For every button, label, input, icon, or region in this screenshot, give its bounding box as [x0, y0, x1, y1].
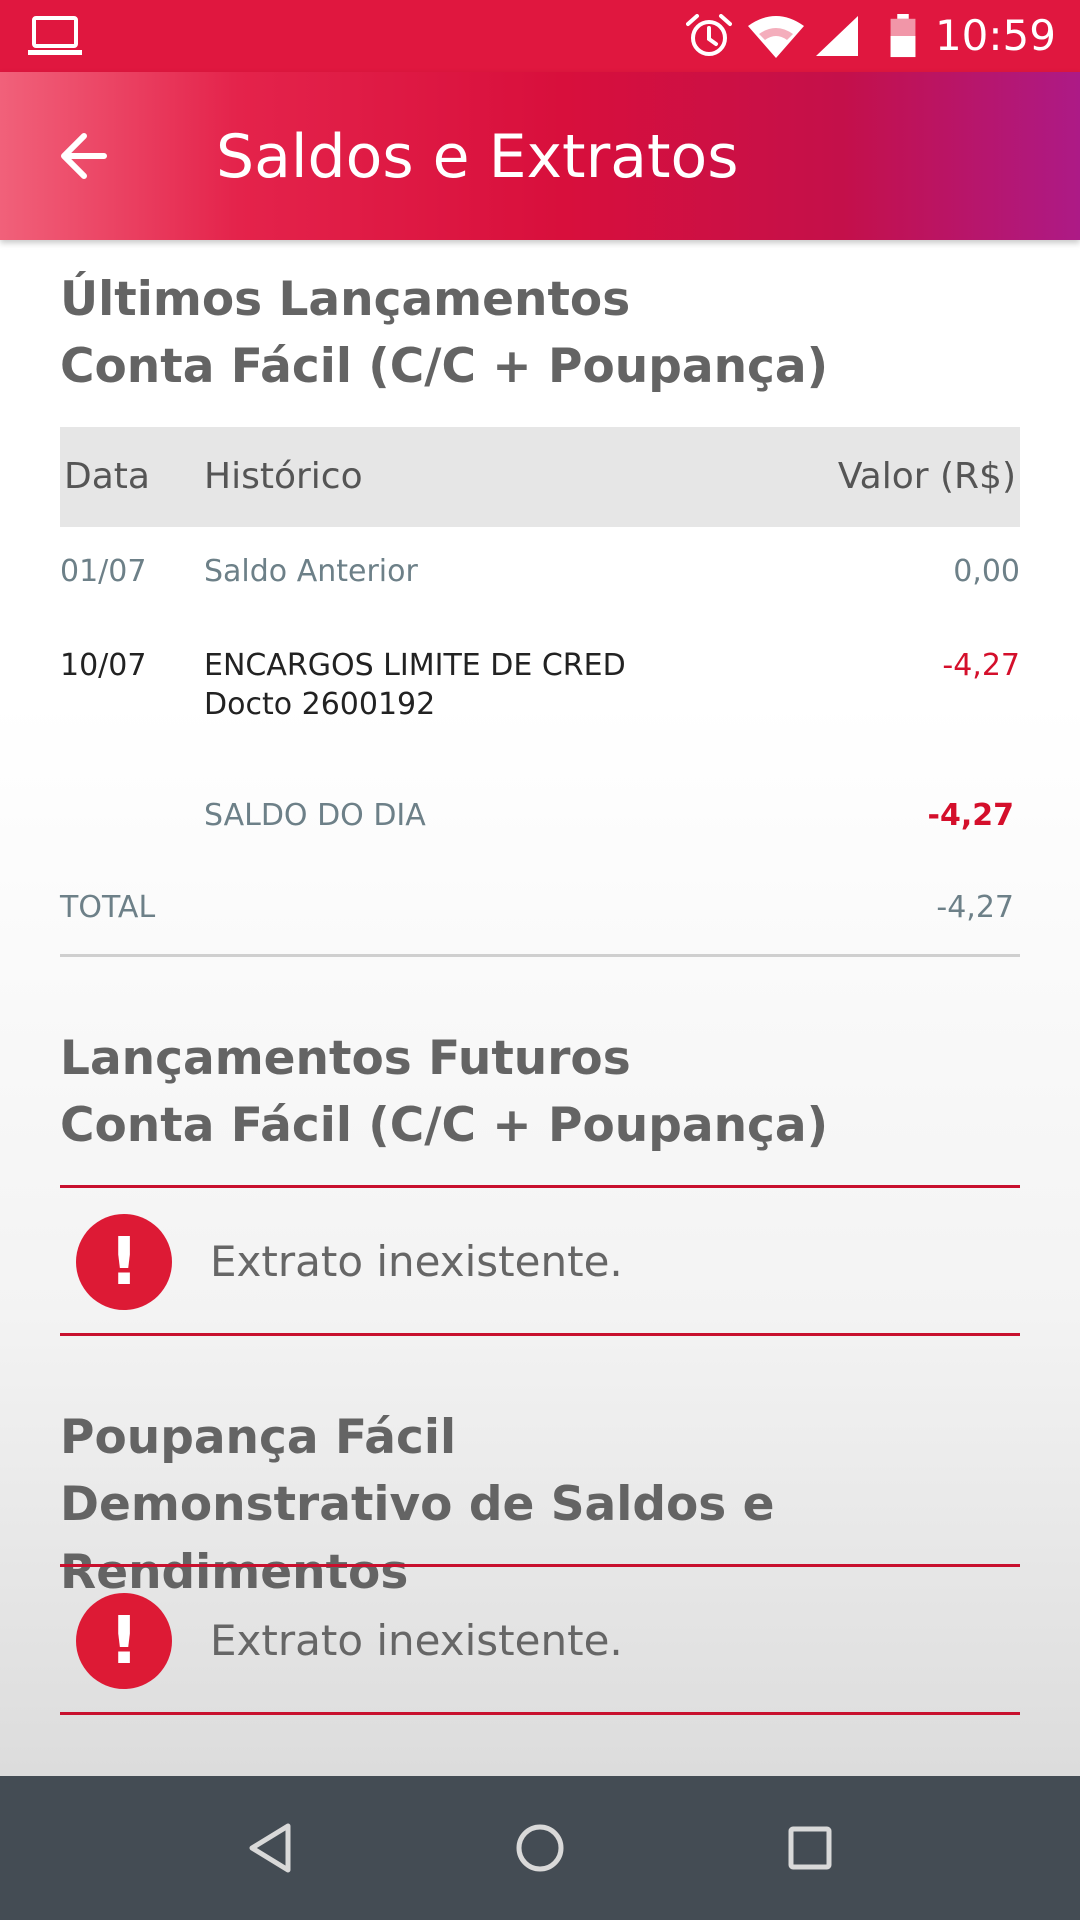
content-area[interactable]: Últimos Lançamentos Conta Fácil (C/C + P… [0, 240, 1080, 1776]
status-bar: 10:59 [0, 0, 1080, 72]
wifi-icon [748, 16, 804, 58]
column-header-valor: Valor (R$) [837, 456, 1016, 497]
row-historico: Saldo Anterior [204, 554, 418, 589]
section-title-poupanca-facil: Poupança Fácil [60, 1410, 457, 1465]
saldo-do-dia-value: -4,27 [927, 798, 1014, 833]
total-label: TOTAL [60, 890, 156, 925]
table-header: Data Histórico Valor (R$) [60, 427, 1020, 527]
battery-icon [890, 14, 916, 58]
section-divider [60, 954, 1020, 957]
app-bar: Saldos e Extratos [0, 72, 1080, 240]
exclamation-icon: ! [76, 1593, 172, 1689]
error-message-box: ! Extrato inexistente. [60, 1188, 1020, 1336]
row-historico-docto: Docto 2600192 [204, 687, 436, 722]
section-title-ultimos-lancamentos: Últimos Lançamentos [60, 272, 631, 327]
system-nav-bar [0, 1776, 1080, 1920]
row-historico: ENCARGOS LIMITE DE CRED [204, 648, 626, 683]
error-message: Extrato inexistente. [210, 1616, 623, 1665]
nav-recents-icon[interactable] [774, 1812, 846, 1884]
row-date: 10/07 [60, 648, 147, 683]
arrow-left-icon[interactable] [52, 124, 116, 188]
section-title-lancamentos-futuros: Lançamentos Futuros [60, 1031, 631, 1086]
cell-signal-icon [816, 16, 858, 56]
row-valor: 0,00 [953, 554, 1020, 589]
alarm-icon [686, 14, 732, 56]
page-title: Saldos e Extratos [216, 122, 739, 192]
column-header-data: Data [64, 456, 150, 497]
error-divider-bottom [60, 1712, 1020, 1715]
nav-home-icon[interactable] [504, 1812, 576, 1884]
laptop-icon [28, 16, 82, 55]
column-header-historico: Histórico [204, 456, 363, 497]
saldo-do-dia-label: SALDO DO DIA [204, 798, 426, 833]
section-subtitle-conta-facil: Conta Fácil (C/C + Poupança) [60, 1098, 829, 1153]
row-date: 01/07 [60, 554, 147, 589]
section-subtitle-conta-facil: Conta Fácil (C/C + Poupança) [60, 339, 829, 394]
exclamation-icon: ! [76, 1214, 172, 1310]
error-message: Extrato inexistente. [210, 1237, 623, 1286]
total-value: -4,27 [936, 890, 1014, 925]
status-clock: 10:59 [934, 11, 1056, 60]
error-message-box: ! Extrato inexistente. [60, 1567, 1020, 1715]
nav-back-icon[interactable] [234, 1812, 306, 1884]
error-divider-bottom [60, 1333, 1020, 1336]
row-valor: -4,27 [942, 648, 1020, 683]
